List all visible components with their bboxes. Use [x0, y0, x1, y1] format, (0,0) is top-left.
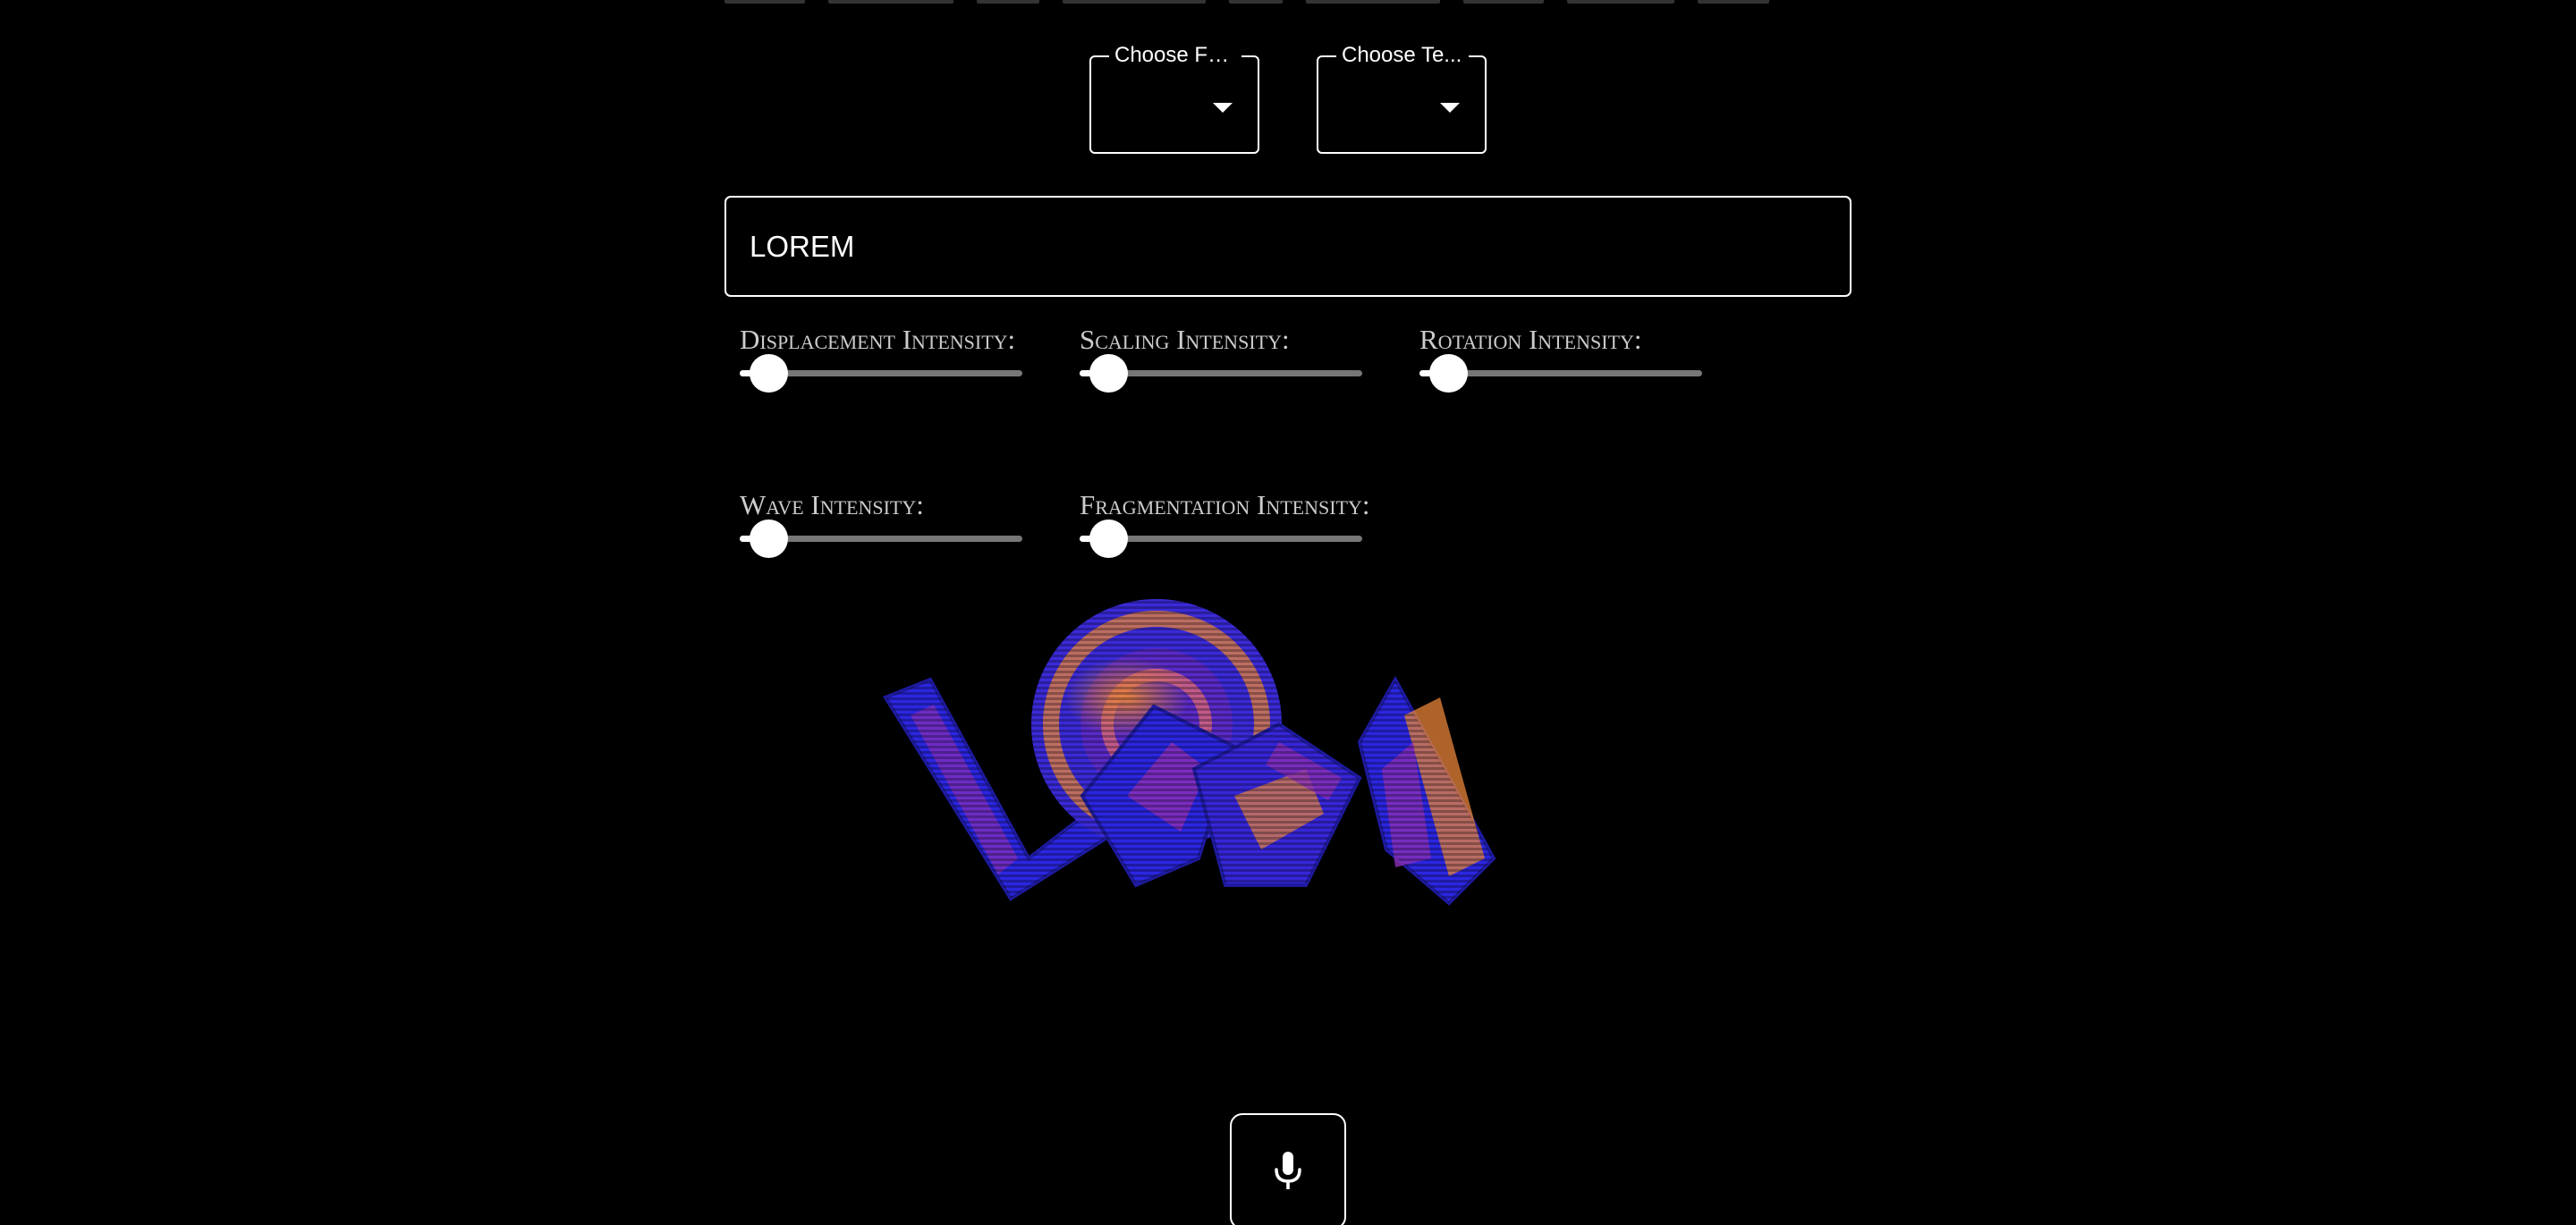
wave-slider-thumb[interactable] [749, 520, 788, 558]
scaling-slider-label: Scaling Intensity: [1080, 324, 1290, 355]
displacement-slider-group: Displacement Intensity: [740, 324, 1022, 393]
rotation-slider-label: Rotation Intensity: [1419, 324, 1642, 355]
displacement-slider-label: Displacement Intensity: [740, 324, 1016, 355]
fragmentation-slider-group: Fragmentation Intensity: [1080, 489, 1370, 558]
app-root: Choose Font Choose Te... Displacement In… [0, 0, 2576, 1225]
scaling-slider-thumb[interactable] [1089, 354, 1128, 393]
font-select[interactable]: Choose Font [1089, 41, 1259, 154]
displacement-slider[interactable] [740, 354, 1022, 393]
dropdown-caret-icon [1213, 103, 1233, 113]
wave-slider-group: Wave Intensity: [740, 489, 1022, 558]
text-3d-preview [883, 599, 1496, 906]
text-input[interactable] [724, 196, 1852, 297]
fragmentation-slider-label: Fragmentation Intensity: [1080, 489, 1370, 520]
rotation-slider[interactable] [1419, 354, 1702, 393]
microphone-button[interactable] [1230, 1113, 1346, 1225]
rotation-slider-group: Rotation Intensity: [1419, 324, 1702, 393]
fragmentation-slider-thumb[interactable] [1089, 520, 1128, 558]
wave-slider[interactable] [740, 520, 1022, 558]
fragmentation-slider[interactable] [1080, 520, 1362, 558]
font-select-label: Choose Font [1109, 41, 1241, 70]
texture-select[interactable]: Choose Te... [1317, 41, 1487, 154]
texture-select-label: Choose Te... [1336, 41, 1469, 70]
displacement-slider-thumb[interactable] [749, 354, 788, 393]
wave-slider-label: Wave Intensity: [740, 489, 924, 520]
microphone-icon [1275, 1152, 1301, 1189]
header-title-cropped [724, 0, 1825, 7]
scaling-slider-group: Scaling Intensity: [1080, 324, 1362, 393]
dropdown-caret-icon [1440, 103, 1460, 113]
rotation-slider-thumb[interactable] [1428, 354, 1468, 393]
scaling-slider[interactable] [1080, 354, 1362, 393]
